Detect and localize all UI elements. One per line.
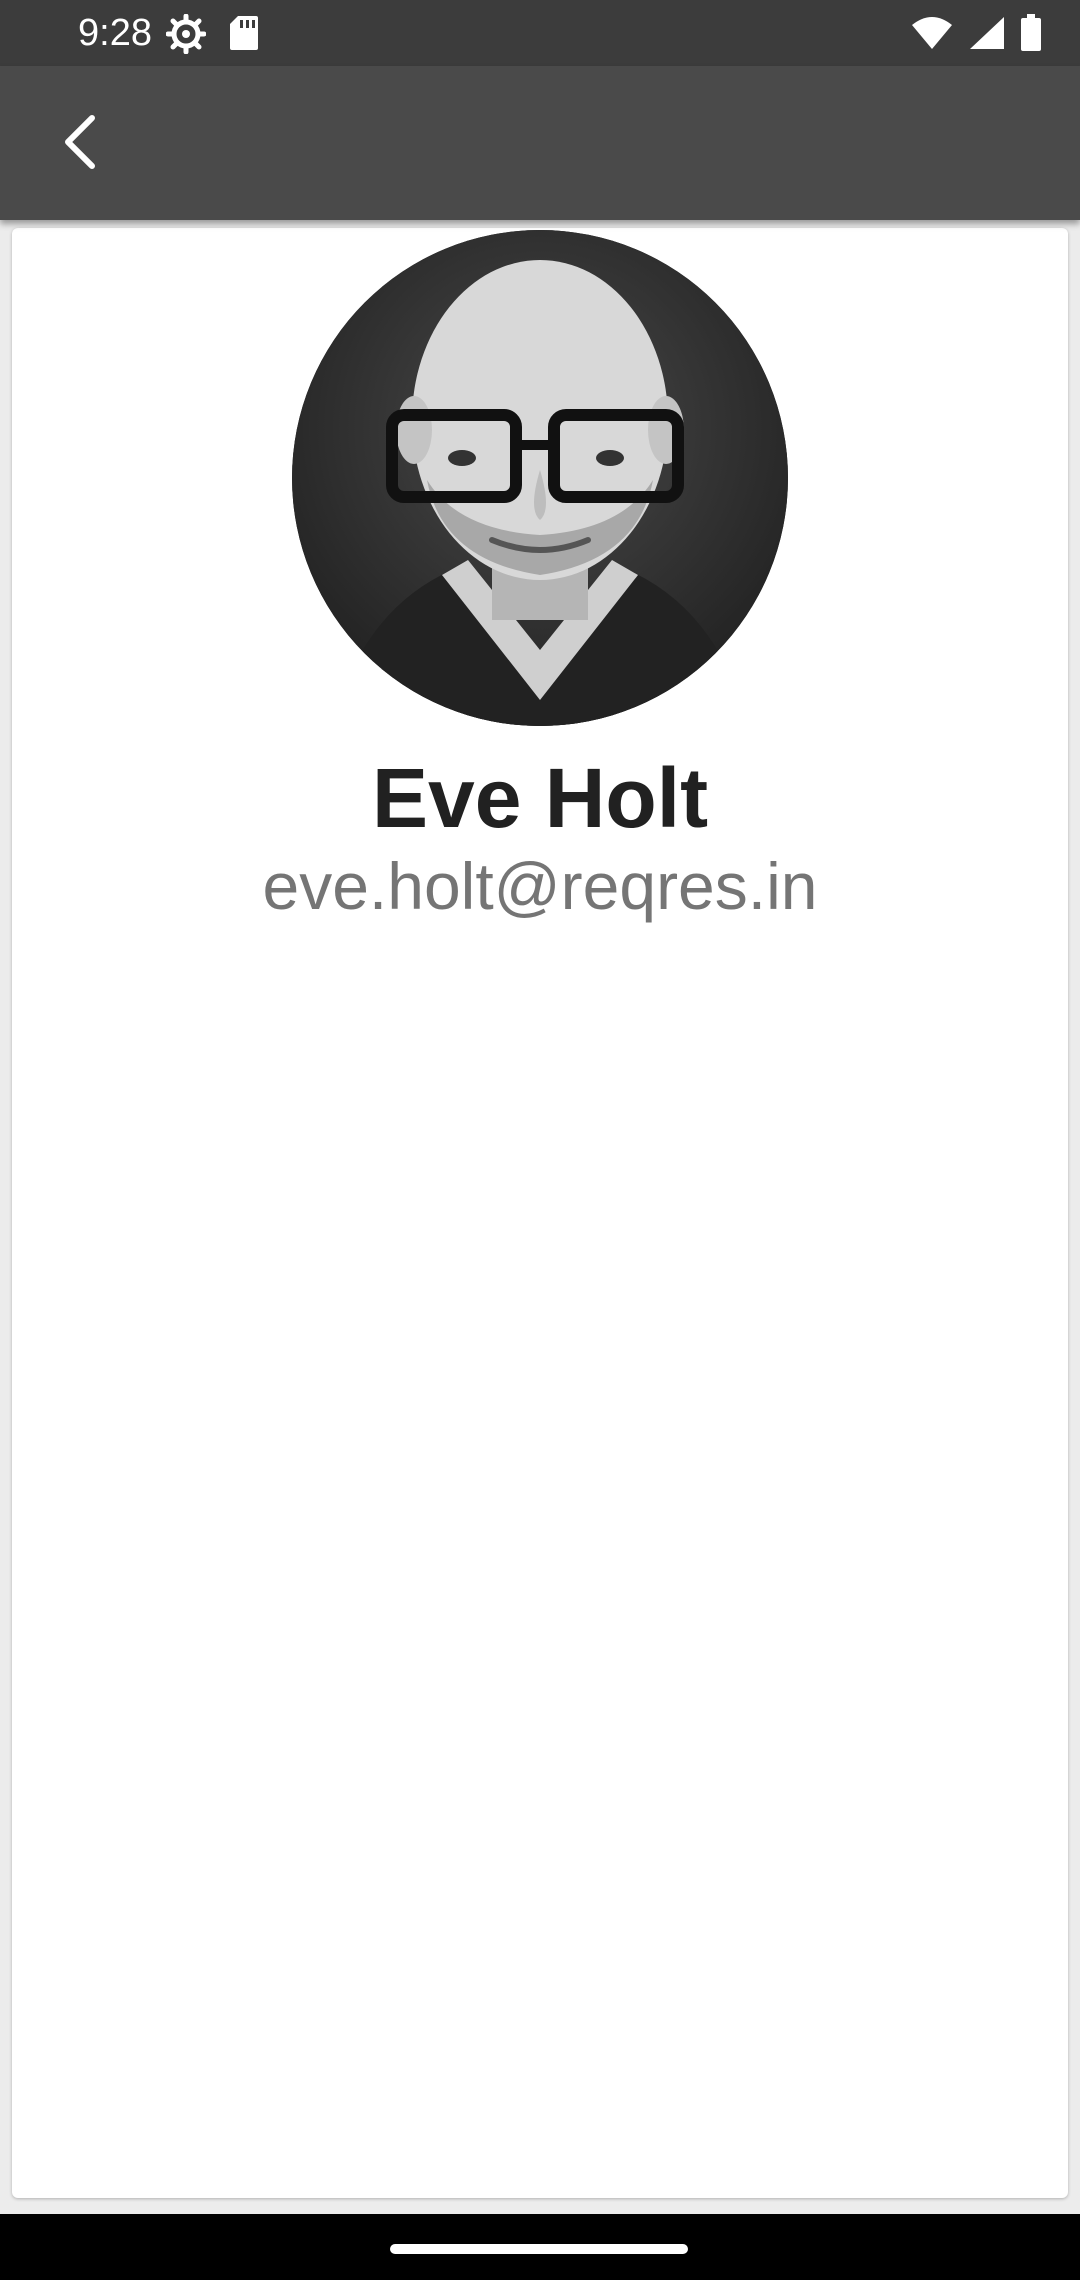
status-time: 9:28 xyxy=(78,12,152,54)
navigation-bar xyxy=(0,2214,1080,2280)
avatar xyxy=(292,230,788,726)
status-right-icons xyxy=(910,14,1042,57)
user-name: Eve Holt xyxy=(371,751,709,845)
wifi-icon xyxy=(910,15,954,56)
home-indicator[interactable] xyxy=(390,2244,688,2254)
status-bar: 9:28 xyxy=(0,0,1080,66)
signal-icon xyxy=(968,15,1006,56)
profile-photo xyxy=(292,230,788,726)
settings-icon xyxy=(165,13,207,59)
profile-card: Eve Holt eve.holt@reqres.in xyxy=(12,228,1068,2198)
user-email: eve.holt@reqres.in xyxy=(262,849,818,923)
back-button[interactable] xyxy=(44,108,116,180)
battery-icon xyxy=(1020,14,1042,57)
sd-card-icon xyxy=(228,14,260,59)
chevron-left-icon xyxy=(60,114,100,175)
app-bar xyxy=(0,66,1080,220)
status-left-icons xyxy=(165,13,260,59)
